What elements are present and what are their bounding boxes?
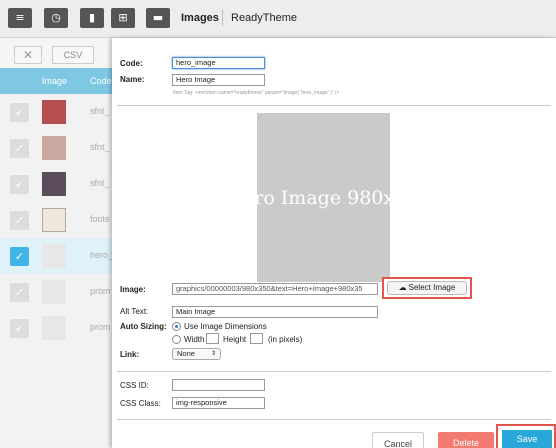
check-icon[interactable]: ✓ — [10, 139, 29, 158]
height-field[interactable] — [250, 333, 263, 344]
link-select-value: None — [177, 349, 195, 358]
css-class-label: CSS Class: — [120, 399, 161, 408]
name-label: Name: — [120, 75, 145, 84]
edit-panel: Code: hero_image Name: Hero Image Item T… — [112, 38, 556, 448]
css-id-label: CSS ID: — [120, 381, 149, 390]
width-label: Width — [184, 335, 205, 344]
css-class-field[interactable]: img-responsive — [172, 397, 265, 409]
height-label: Height — [223, 335, 247, 344]
thumbnail — [42, 208, 66, 232]
list-item[interactable]: ✓ sfnt_ — [0, 94, 112, 130]
divider — [117, 371, 551, 372]
check-icon[interactable]: ✓ — [10, 283, 29, 302]
breadcrumb-title: Images — [181, 12, 219, 24]
thumbnail — [42, 316, 66, 340]
image-path-field[interactable]: graphics/00000003/980x350&text=Hero+Imag… — [172, 283, 378, 295]
image-list: ✓ sfnt_ ✓ sfnt_ ✓ sfnt_ ✓ foote ✓ hero_ … — [0, 94, 114, 448]
check-icon[interactable]: ✓ — [10, 319, 29, 338]
check-icon[interactable]: ✓ — [10, 247, 29, 266]
list-item[interactable]: ✓ prom — [0, 310, 112, 346]
chevron-updown-icon: ⇕ — [210, 350, 216, 357]
list-header: Image Code — [0, 68, 112, 94]
select-image-highlight: ☁ Select Image — [382, 277, 472, 299]
check-icon[interactable]: ✓ — [10, 175, 29, 194]
list-item[interactable]: ✓ sfnt_ — [0, 130, 112, 166]
close-icon[interactable]: ✕ — [14, 46, 42, 64]
bookmark-icon[interactable]: ▮ — [80, 8, 104, 28]
list-toolbar: ✕ CSV — [0, 38, 112, 68]
history-icon[interactable]: ◷ — [44, 8, 68, 28]
link-label: Link: — [120, 350, 140, 359]
csv-button[interactable]: CSV — [52, 46, 94, 64]
list-item-code: prom — [90, 286, 111, 296]
cancel-button[interactable]: Cancel — [372, 432, 424, 448]
list-item[interactable]: ✓ foote — [0, 202, 112, 238]
auto-sizing-label: Auto Sizing: — [120, 322, 167, 331]
column-header-code[interactable]: Code — [90, 76, 112, 86]
save-button[interactable]: Save — [502, 430, 552, 448]
thumbnail — [42, 172, 66, 196]
menu-icon[interactable]: ≡ — [8, 8, 32, 28]
alt-text-field[interactable]: Main Image — [172, 306, 378, 318]
pixels-label: (in pixels) — [268, 335, 303, 344]
folder-icon[interactable]: ▬ — [146, 8, 170, 28]
breadcrumb-divider — [222, 9, 223, 26]
thumbnail — [42, 244, 66, 268]
thumbnail — [42, 100, 66, 124]
column-header-image[interactable]: Image — [42, 76, 67, 86]
thumbnail — [42, 136, 66, 160]
preview-text: ero Image 980x35 — [257, 187, 390, 209]
use-dimensions-radio[interactable] — [172, 322, 181, 331]
css-id-field[interactable] — [172, 379, 265, 391]
top-toolbar: ≡ ◷ ▮ ⊞ ▬ Images ReadyTheme — [0, 0, 556, 38]
list-item-code: prom — [90, 322, 111, 332]
select-image-button[interactable]: ☁ Select Image — [387, 281, 467, 295]
divider — [117, 105, 551, 106]
thumbnail — [42, 280, 66, 304]
list-item-code: sfnt_ — [90, 106, 110, 116]
delete-button[interactable]: Delete — [438, 432, 494, 448]
list-item[interactable]: ✓ sfnt_ — [0, 166, 112, 202]
list-item-code: hero_ — [90, 250, 114, 260]
divider — [117, 419, 551, 420]
list-item-code: sfnt_ — [90, 178, 110, 188]
alt-text-label: Alt Text: — [120, 307, 149, 316]
cloud-upload-icon: ☁ — [398, 283, 407, 292]
check-icon[interactable]: ✓ — [10, 103, 29, 122]
image-preview: ero Image 980x35 — [257, 113, 390, 282]
image-label: Image: — [120, 285, 146, 294]
code-field[interactable]: hero_image — [172, 57, 265, 69]
check-icon[interactable]: ✓ — [10, 211, 29, 230]
width-field[interactable] — [206, 333, 219, 344]
breadcrumb-subtitle[interactable]: ReadyTheme — [231, 12, 297, 24]
code-label: Code: — [120, 59, 143, 68]
list-item[interactable]: ✓ hero_ — [0, 238, 114, 274]
store-icon[interactable]: ⊞ — [111, 8, 135, 28]
use-dimensions-label: Use Image Dimensions — [184, 322, 267, 331]
select-image-label: Select Image — [408, 283, 456, 292]
link-select[interactable]: None ⇕ — [172, 348, 221, 360]
name-field[interactable]: Hero Image — [172, 74, 265, 86]
list-item-code: foote — [90, 214, 111, 224]
list-item-code: sfnt_ — [90, 142, 110, 152]
item-tag-hint: Item Tag: <mvt:item name="readytheme" pa… — [173, 90, 340, 96]
list-item[interactable]: ✓ prom — [0, 274, 112, 310]
custom-size-radio[interactable] — [172, 335, 181, 344]
